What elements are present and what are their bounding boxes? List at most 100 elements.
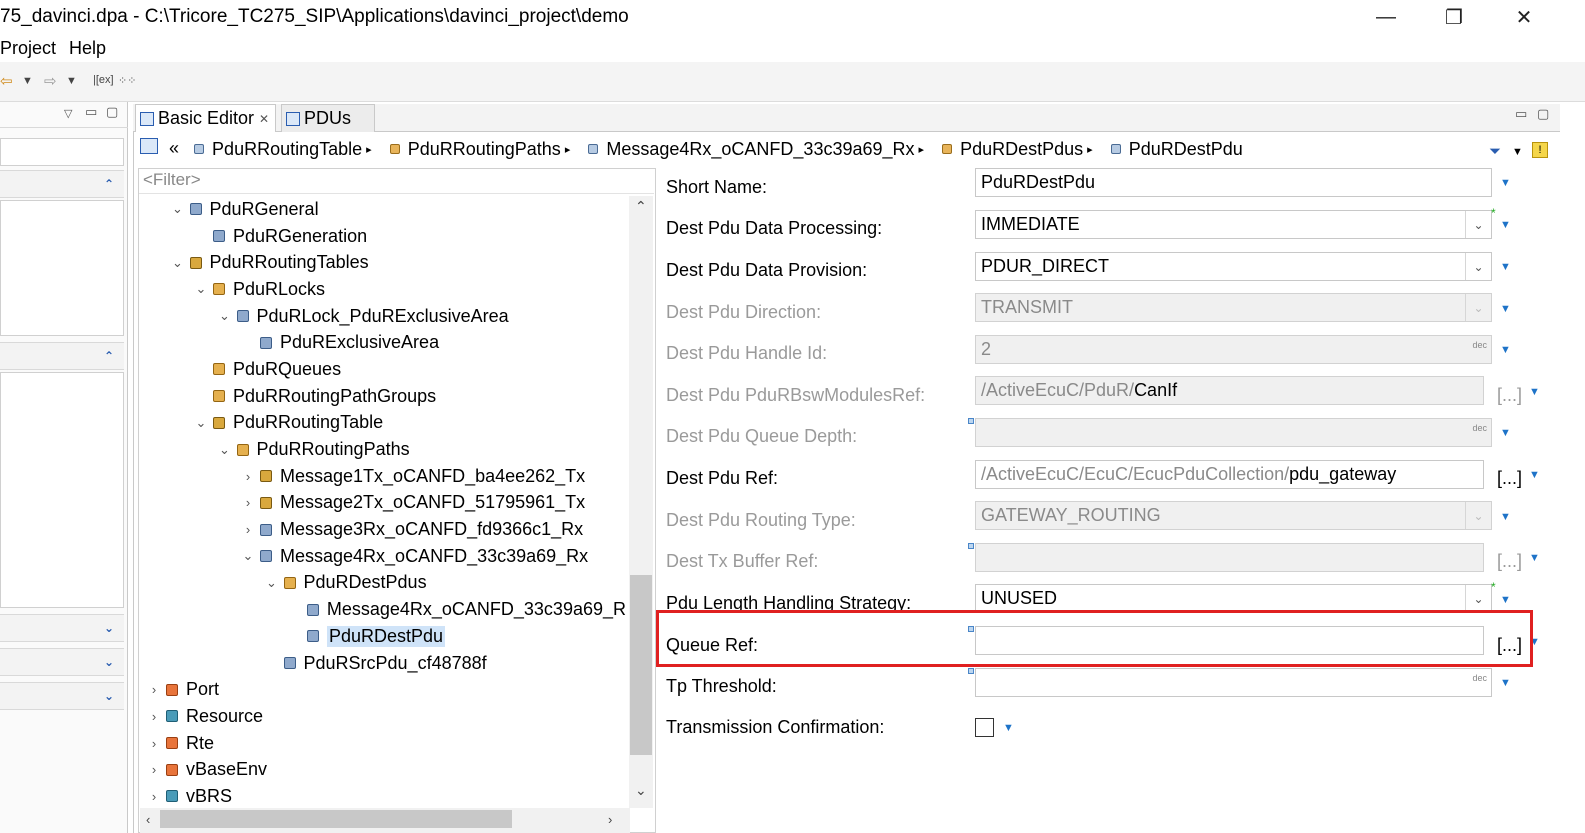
tree-item[interactable]: PduRExclusiveArea	[146, 329, 626, 356]
tree-item[interactable]: › Message2Tx_oCANFD_51795961_Tx	[146, 490, 626, 517]
dropdown-icon[interactable]: ▼	[22, 75, 33, 87]
expand-icon[interactable]: ⌄	[104, 621, 114, 635]
chevron-right-icon[interactable]: ›	[146, 682, 162, 697]
warning-icon[interactable]: !	[1532, 142, 1548, 158]
tp-threshold-field[interactable]: dec	[975, 668, 1492, 697]
breadcrumb-item[interactable]: PduRRoutingTable ▸	[194, 139, 379, 160]
chevron-right-icon[interactable]: ›	[146, 709, 162, 724]
dropdown-icon[interactable]: ▼	[1003, 722, 1014, 734]
minimize-button[interactable]: —	[1363, 2, 1409, 32]
close-button[interactable]: ✕	[1501, 2, 1547, 32]
tree-item[interactable]: ⌄ PduRGeneral	[146, 196, 626, 223]
tree-item[interactable]: ⌄ PduRRoutingTable	[146, 410, 626, 437]
scroll-down-icon[interactable]: ⌄	[635, 782, 647, 799]
left-section-5[interactable]: ⌄	[0, 682, 124, 710]
chevron-down-icon[interactable]: ⌄	[217, 308, 233, 324]
collapse-icon[interactable]: ⌃	[104, 177, 114, 191]
short-name-field[interactable]: PduRDestPdu	[975, 168, 1492, 197]
chevron-right-icon[interactable]: ›	[240, 495, 256, 510]
dropdown-icon[interactable]: ▼	[1529, 552, 1540, 564]
dropdown-icon[interactable]: ▼	[1500, 427, 1511, 439]
expand-icon[interactable]: ⌄	[104, 689, 114, 703]
breadcrumb-view-icon[interactable]	[140, 138, 158, 154]
tree-item[interactable]: › Message3Rx_oCANFD_fd9366c1_Rx	[146, 516, 626, 543]
tree-item[interactable]: PduRQueues	[146, 356, 626, 383]
minimize-editor-icon[interactable]: ▭	[1515, 106, 1527, 122]
chevron-down-icon[interactable]: ⌄	[1465, 211, 1491, 238]
dropdown-icon[interactable]: ▼	[1529, 469, 1540, 481]
chevron-down-icon[interactable]: ⌄	[193, 281, 209, 297]
dropdown-icon[interactable]: ▼	[1500, 177, 1511, 189]
scroll-left-icon[interactable]: ‹	[146, 812, 150, 827]
scroll-up-icon[interactable]: ⌃	[635, 198, 647, 215]
dropdown-icon[interactable]: ▼	[66, 75, 77, 87]
chevron-right-icon[interactable]: ›	[240, 469, 256, 484]
chevron-down-icon[interactable]: ⌄	[170, 201, 186, 217]
breadcrumb-item[interactable]: PduRDestPdus ▸	[942, 139, 1100, 160]
grid-icon[interactable]: ⁘⁘	[118, 74, 136, 87]
dropdown-icon[interactable]: ▼	[1500, 344, 1511, 356]
tree-item[interactable]: ⌄ PduRDestPdus	[146, 570, 626, 597]
left-section-3[interactable]: ⌄	[0, 614, 124, 642]
filter-input[interactable]: <Filter>	[139, 170, 654, 194]
data-processing-select[interactable]: IMMEDIATE ⌄	[975, 210, 1492, 239]
tree-item[interactable]: › vBRS	[146, 783, 626, 810]
tree-item[interactable]: › Resource	[146, 703, 626, 730]
chevron-down-icon[interactable]: ⌄	[170, 255, 186, 271]
dropdown-icon[interactable]: ▼	[1500, 303, 1511, 315]
left-section-1[interactable]: ⌃	[0, 170, 124, 198]
tree-item[interactable]: PduRSrcPdu_cf48788f	[146, 650, 626, 677]
chevron-right-icon[interactable]: ›	[146, 789, 162, 804]
bsw-modules-ref-browse-button[interactable]: [...]	[1497, 385, 1522, 406]
tree-item[interactable]: Message4Rx_oCANFD_33c39a69_R	[146, 596, 626, 623]
tree-item[interactable]: ⌄ PduRLocks	[146, 276, 626, 303]
dropdown-icon[interactable]: ▼	[1529, 386, 1540, 398]
chevron-down-icon[interactable]: ⌄	[1465, 585, 1491, 612]
filter-icon[interactable]: ⏷	[1489, 143, 1501, 160]
tree-hscroll-thumb[interactable]	[160, 810, 512, 828]
scroll-right-icon[interactable]: ›	[608, 812, 612, 827]
tree-item[interactable]: ⌄ Message4Rx_oCANFD_33c39a69_Rx	[146, 543, 626, 570]
breadcrumb-item[interactable]: PduRRoutingPaths ▸	[389, 139, 578, 160]
dropdown-icon[interactable]: ▼	[1500, 261, 1511, 273]
chevron-down-icon[interactable]: ⌄	[240, 548, 256, 564]
tree-item[interactable]: › Message1Tx_oCANFD_ba4ee262_Tx	[146, 463, 626, 490]
chevron-right-icon[interactable]: ›	[146, 736, 162, 751]
tree-item[interactable]: ⌄ PduRLock_PduRExclusiveArea	[146, 303, 626, 330]
chevron-down-icon[interactable]: ⌄	[1465, 253, 1491, 280]
tree-scroll-thumb[interactable]	[630, 575, 652, 755]
view-menu-icon[interactable]: ▽	[64, 107, 72, 120]
dropdown-icon[interactable]: ▼	[1500, 594, 1511, 606]
tree-item[interactable]: PduRDestPdu	[146, 623, 626, 650]
hex-icon[interactable]: |[ex]	[93, 74, 114, 86]
maximize-editor-icon[interactable]: ▢	[1537, 106, 1549, 122]
close-tab-icon[interactable]: ✕	[259, 112, 269, 126]
chevron-right-icon[interactable]: ›	[146, 762, 162, 777]
dest-pdu-ref-browse-button[interactable]: [...]	[1497, 468, 1522, 489]
data-provision-select[interactable]: PDUR_DIRECT ⌄	[975, 252, 1492, 281]
left-search-box[interactable]	[0, 138, 124, 166]
tree-item[interactable]: ⌄ PduRRoutingPaths	[146, 436, 626, 463]
dropdown-icon[interactable]: ▼	[1500, 677, 1511, 689]
restore-button[interactable]: ❐	[1431, 2, 1477, 32]
tx-confirmation-checkbox[interactable]	[975, 718, 994, 737]
forward-arrow-icon[interactable]: ⇨	[44, 72, 57, 90]
chevron-down-icon[interactable]: ⌄	[217, 442, 233, 458]
expand-icon[interactable]: ⌄	[104, 655, 114, 669]
breadcrumb-item[interactable]: Message4Rx_oCANFD_33c39a69_Rx ▸	[588, 139, 931, 160]
tree-item[interactable]: PduRRoutingPathGroups	[146, 383, 626, 410]
back-arrow-icon[interactable]: ⇦	[0, 72, 13, 90]
breadcrumb-item[interactable]: PduRDestPdu	[1110, 139, 1243, 160]
left-section-4[interactable]: ⌄	[0, 648, 124, 676]
collapse-icon[interactable]: ⌃	[104, 349, 114, 363]
minimize-view-icon[interactable]: ▭	[85, 104, 97, 120]
menu-help[interactable]: Help	[69, 38, 106, 59]
left-section-2[interactable]: ⌃	[0, 342, 124, 370]
tree-item[interactable]: ⌄ PduRRoutingTables	[146, 249, 626, 276]
dest-pdu-ref-field[interactable]: /ActiveEcuC/EcuC/EcucPduCollection/pdu_g…	[975, 460, 1484, 489]
maximize-view-icon[interactable]: ▢	[106, 104, 118, 120]
tab-pdus[interactable]: PDUs	[281, 104, 375, 132]
tree-item[interactable]: › Port	[146, 676, 626, 703]
chevron-right-icon[interactable]: ›	[240, 522, 256, 537]
length-handling-select[interactable]: UNUSED ⌄	[975, 584, 1492, 613]
